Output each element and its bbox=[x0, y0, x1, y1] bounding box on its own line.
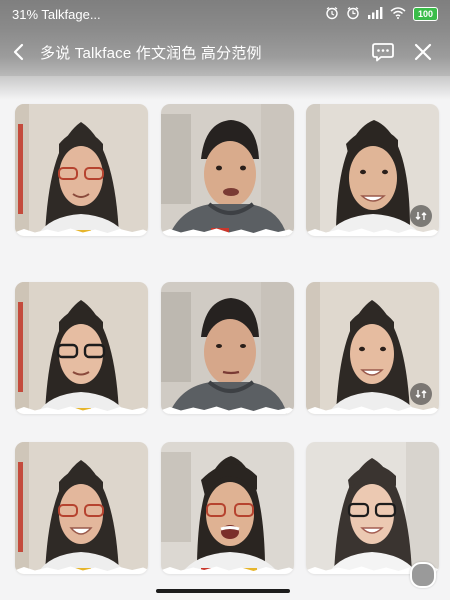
grid-item-woman-black-glasses-smiling[interactable] bbox=[306, 442, 439, 574]
grid-item-woman-red-glasses[interactable] bbox=[15, 104, 148, 236]
grid-item-woman-red-glasses-smiling[interactable] bbox=[15, 442, 148, 574]
grid-item-man-smiling[interactable] bbox=[306, 104, 439, 236]
swap-badge[interactable] bbox=[410, 205, 432, 227]
grid-item-man-red-glasses-laughing[interactable] bbox=[161, 442, 294, 574]
grid-item-man-hoodie-serious[interactable] bbox=[161, 282, 294, 414]
floating-action-button[interactable] bbox=[410, 562, 436, 588]
swap-icon bbox=[415, 390, 427, 398]
swap-icon bbox=[415, 212, 427, 220]
example-grid bbox=[0, 0, 450, 600]
grid-item-man-hoodie-talking[interactable] bbox=[161, 104, 294, 236]
grid-item-woman-smiling[interactable] bbox=[306, 282, 439, 414]
home-indicator[interactable] bbox=[156, 589, 290, 593]
grid-item-woman-black-glasses[interactable] bbox=[15, 282, 148, 414]
swap-badge[interactable] bbox=[410, 383, 432, 405]
